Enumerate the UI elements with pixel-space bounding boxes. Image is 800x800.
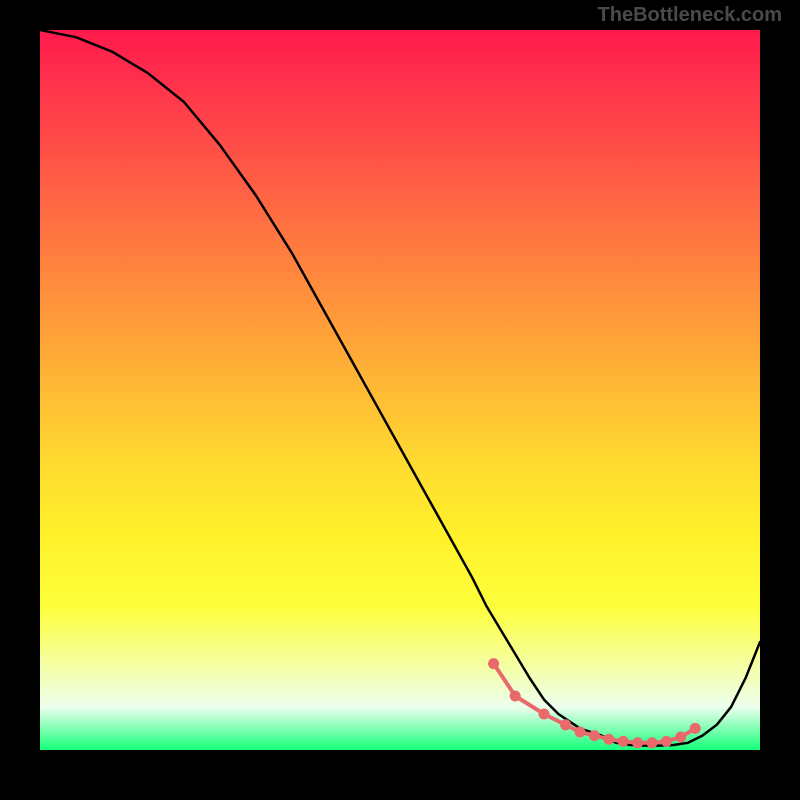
marker-point xyxy=(603,734,614,745)
chart-curve xyxy=(40,30,760,746)
watermark-label: TheBottleneck.com xyxy=(598,4,782,27)
marker-point xyxy=(632,737,643,748)
marker-point xyxy=(690,723,701,734)
marker-point xyxy=(661,736,672,747)
marker-point xyxy=(575,727,586,738)
chart-markers xyxy=(488,658,701,748)
marker-point xyxy=(560,719,571,730)
marker-point xyxy=(647,737,658,748)
marker-point xyxy=(510,691,521,702)
marker-point xyxy=(488,658,499,669)
marker-point xyxy=(589,730,600,741)
chart-svg xyxy=(40,30,760,750)
marker-point xyxy=(675,732,686,743)
marker-point xyxy=(539,709,550,720)
marker-point xyxy=(618,736,629,747)
chart-plot-area xyxy=(40,30,760,750)
